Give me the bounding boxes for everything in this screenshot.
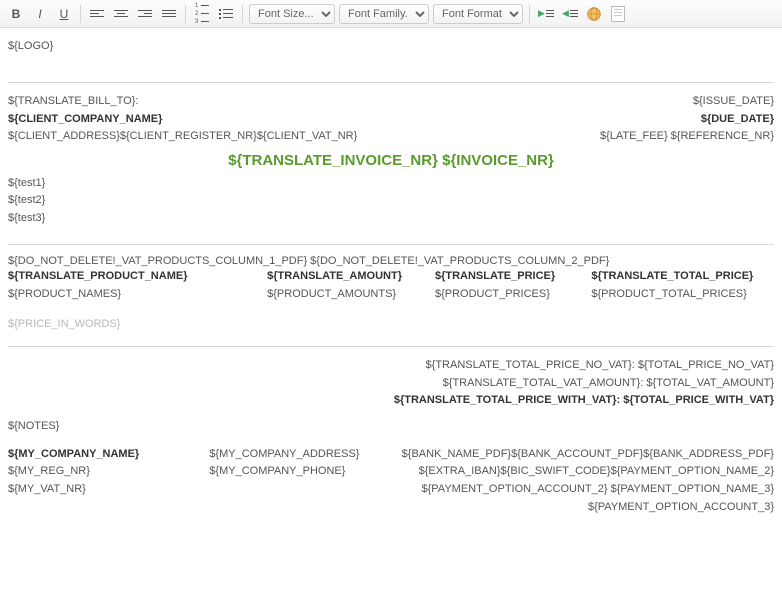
- notes: ${NOTES}: [8, 420, 774, 432]
- font-size-select[interactable]: Font Size...: [249, 4, 335, 24]
- separator: [185, 5, 186, 23]
- invoice-title: ${TRANSLATE_INVOICE_NR} ${INVOICE_NR}: [8, 152, 774, 169]
- bank-line-1: ${BANK_NAME_PDF}${BANK_ACCOUNT_PDF}${BAN…: [395, 446, 774, 464]
- product-names: ${PRODUCT_NAMES}: [8, 285, 259, 304]
- page-icon[interactable]: [608, 4, 628, 24]
- bank-line-2: ${EXTRA_IBAN}${BIC_SWIFT_CODE}${PAYMENT_…: [395, 463, 774, 481]
- font-family-select[interactable]: Font Family.: [339, 4, 429, 24]
- test2: ${test2}: [8, 192, 774, 210]
- bold-button[interactable]: B: [6, 4, 26, 24]
- client-company-name: ${CLIENT_COMPANY_NAME}: [8, 111, 357, 129]
- separator: [242, 5, 243, 23]
- product-total-prices: ${PRODUCT_TOTAL_PRICES}: [591, 285, 774, 304]
- total-with-vat: ${TRANSLATE_TOTAL_PRICE_WITH_VAT}: ${TOT…: [8, 392, 774, 410]
- client-address-line: ${CLIENT_ADDRESS}${CLIENT_REGISTER_NR}${…: [8, 128, 357, 146]
- price-in-words: ${PRICE_IN_WORDS}: [8, 318, 774, 330]
- underline-button[interactable]: U: [54, 4, 74, 24]
- issue-date: ${ISSUE_DATE}: [600, 93, 774, 111]
- my-vat-nr: ${MY_VAT_NR}: [8, 481, 197, 499]
- tests-block: ${test1} ${test2} ${test3}: [8, 175, 774, 228]
- col-header-price: ${TRANSLATE_PRICE}: [435, 267, 583, 286]
- my-company-phone: ${MY_COMPANY_PHONE}: [209, 463, 383, 481]
- product-amounts: ${PRODUCT_AMOUNTS}: [267, 285, 427, 304]
- product-prices: ${PRODUCT_PRICES}: [435, 285, 583, 304]
- totals-block: ${TRANSLATE_TOTAL_PRICE_NO_VAT}: ${TOTAL…: [8, 357, 774, 410]
- separator: [529, 5, 530, 23]
- latefee-reference: ${LATE_FEE} ${REFERENCE_NR}: [600, 128, 774, 146]
- align-right-button[interactable]: [135, 4, 155, 24]
- col-header-amount: ${TRANSLATE_AMOUNT}: [267, 267, 427, 286]
- bank-line-3: ${PAYMENT_OPTION_ACCOUNT_2} ${PAYMENT_OP…: [395, 481, 774, 499]
- my-reg-nr: ${MY_REG_NR}: [8, 463, 197, 481]
- my-company-address: ${MY_COMPANY_ADDRESS}: [209, 446, 383, 464]
- indent-button[interactable]: ▶: [536, 4, 556, 24]
- globe-icon[interactable]: [584, 4, 604, 24]
- align-justify-button[interactable]: [159, 4, 179, 24]
- divider: [8, 82, 774, 83]
- header-block: ${TRANSLATE_BILL_TO}: ${CLIENT_COMPANY_N…: [8, 93, 774, 146]
- test1: ${test1}: [8, 175, 774, 193]
- total-no-vat: ${TRANSLATE_TOTAL_PRICE_NO_VAT}: ${TOTAL…: [8, 357, 774, 375]
- col-header-total: ${TRANSLATE_TOTAL_PRICE}: [591, 267, 774, 286]
- divider: [8, 346, 774, 347]
- outdent-button[interactable]: ◀: [560, 4, 580, 24]
- unordered-list-button[interactable]: [216, 4, 236, 24]
- vat-columns-note: ${DO_NOT_DELETE!_VAT_PRODUCTS_COLUMN_1_P…: [8, 255, 774, 267]
- bank-line-4: ${PAYMENT_OPTION_ACCOUNT_3}: [395, 499, 774, 517]
- ordered-list-button[interactable]: 123: [192, 4, 212, 24]
- editor-toolbar: B I U 123 Font Size... Font Family. Font…: [0, 0, 782, 28]
- editor-canvas[interactable]: ${LOGO} ${TRANSLATE_BILL_TO}: ${CLIENT_C…: [0, 28, 782, 556]
- align-center-button[interactable]: [111, 4, 131, 24]
- divider: [8, 244, 774, 245]
- font-format-select[interactable]: Font Format: [433, 4, 523, 24]
- my-company-name: ${MY_COMPANY_NAME}: [8, 446, 197, 464]
- col-header-name: ${TRANSLATE_PRODUCT_NAME}: [8, 267, 259, 286]
- due-date: ${DUE_DATE}: [600, 111, 774, 129]
- align-left-button[interactable]: [87, 4, 107, 24]
- logo-placeholder: ${LOGO}: [8, 40, 774, 52]
- footer-block: ${MY_COMPANY_NAME} ${MY_REG_NR} ${MY_VAT…: [8, 446, 774, 516]
- products-table: ${DO_NOT_DELETE!_VAT_PRODUCTS_COLUMN_1_P…: [8, 255, 774, 304]
- separator: [80, 5, 81, 23]
- italic-button[interactable]: I: [30, 4, 50, 24]
- bill-to-label: ${TRANSLATE_BILL_TO}:: [8, 93, 357, 111]
- total-vat-amount: ${TRANSLATE_TOTAL_VAT_AMOUNT}: ${TOTAL_V…: [8, 375, 774, 393]
- test3: ${test3}: [8, 210, 774, 228]
